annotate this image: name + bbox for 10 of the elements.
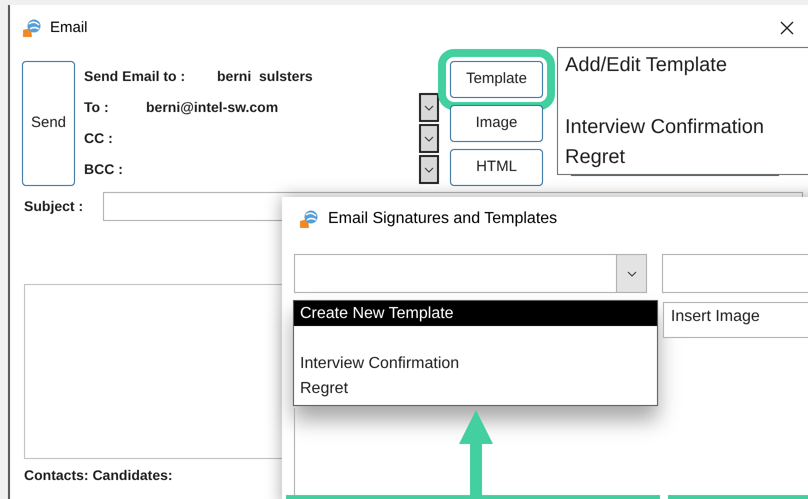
window-title: Email — [50, 18, 88, 38]
subject-label: Subject : — [24, 197, 84, 216]
contacts-label: Contacts: Candidates: — [24, 466, 174, 485]
field-label: BCC : — [84, 160, 123, 176]
field-label: Send Email to : — [84, 68, 186, 84]
field-label: CC : — [84, 130, 113, 146]
window-title: Email Signatures and Templates — [328, 209, 558, 229]
field-value: berni@intel-sw.com — [146, 98, 278, 117]
field-label: To : — [84, 98, 109, 114]
field-value: berni sulsters — [217, 67, 313, 86]
